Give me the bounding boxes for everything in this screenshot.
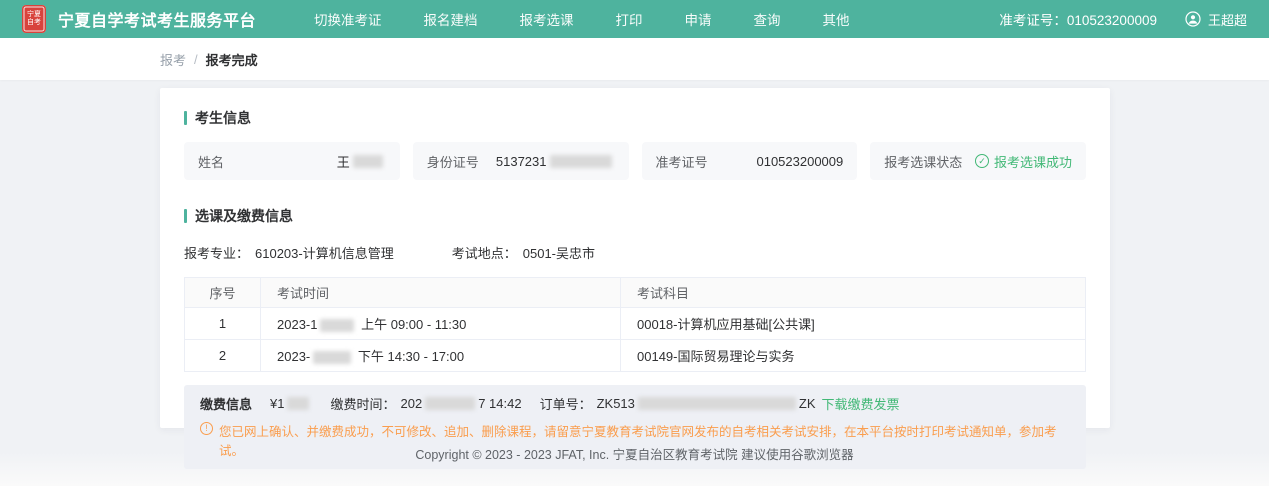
- redacted-area: [638, 397, 796, 410]
- col-header-time: 考试时间: [261, 278, 621, 308]
- field-ticket-label: 准考证号: [656, 152, 708, 171]
- top-navbar: 宁夏自考 宁夏自学考试考生服务平台 切换准考证 报名建档 报考选课 打印 申请 …: [0, 0, 1269, 38]
- col-header-subject: 考试科目: [621, 278, 1086, 308]
- nav-item-other[interactable]: 其他: [823, 9, 850, 29]
- payment-time: 缴费时间：2027 14:42: [330, 394, 521, 413]
- redacted-area: [550, 155, 612, 168]
- nav-item-switch-ticket[interactable]: 切换准考证: [314, 9, 382, 29]
- download-invoice-link[interactable]: 下载缴费发票: [822, 394, 900, 413]
- table-row: 2 2023- 下午 14:30 - 17:00 00149-国际贸易理论与实务: [185, 340, 1086, 372]
- payment-amount: ¥1: [270, 396, 312, 411]
- redacted-area: [313, 351, 351, 364]
- redacted-area: [425, 397, 475, 410]
- location-info: 考试地点：0501-吴忠市: [452, 243, 595, 262]
- field-id-value: 5137231: [496, 154, 615, 169]
- course-payment-section-title: 选课及缴费信息: [184, 206, 1086, 226]
- table-header-row: 序号 考试时间 考试科目: [185, 278, 1086, 308]
- section-title-text: 考生信息: [195, 108, 251, 128]
- cell-index: 1: [185, 308, 261, 340]
- section-accent-bar: [184, 209, 187, 223]
- breadcrumb-separator: /: [194, 52, 198, 67]
- field-name-label: 姓名: [198, 152, 224, 171]
- result-card: 考生信息 姓名 王 身份证号 5137231 准考证号 010523200009…: [160, 88, 1110, 428]
- user-name: 王超超: [1208, 10, 1247, 29]
- nav-item-query[interactable]: 查询: [754, 9, 781, 29]
- col-header-index: 序号: [185, 278, 261, 308]
- breadcrumb-parent[interactable]: 报考: [160, 50, 186, 69]
- check-circle-icon: ✓: [975, 154, 989, 168]
- ticket-number-value: 010523200009: [1067, 13, 1157, 28]
- redacted-area: [287, 397, 309, 410]
- breadcrumb: 报考 / 报考完成: [0, 38, 1269, 80]
- payment-title: 缴费信息: [200, 394, 252, 413]
- section-accent-bar: [184, 111, 187, 125]
- status-text: 报考选课成功: [994, 152, 1072, 171]
- seal-logo-icon: 宁夏自考: [22, 5, 46, 33]
- field-ticket-number: 准考证号 010523200009: [642, 142, 858, 180]
- nav-item-apply[interactable]: 申请: [685, 9, 712, 29]
- candidate-info-section-title: 考生信息: [184, 108, 1086, 128]
- copyright-footer: Copyright © 2023 - 2023 JFAT, Inc. 宁夏自治区…: [0, 444, 1269, 463]
- field-ticket-value: 010523200009: [756, 154, 843, 169]
- payment-summary-line: 缴费信息 ¥1 缴费时间：2027 14:42 订单号：ZK513ZK 下载缴费…: [200, 394, 1070, 413]
- main-nav: 切换准考证 报名建档 报考选课 打印 申请 查询 其他: [314, 9, 850, 29]
- header-right: 准考证号：010523200009 王超超: [999, 9, 1247, 29]
- user-menu[interactable]: 王超超: [1185, 10, 1247, 29]
- page: 宁夏自考 宁夏自学考试考生服务平台 切换准考证 报名建档 报考选课 打印 申请 …: [0, 0, 1269, 486]
- field-id-number: 身份证号 5137231: [413, 142, 629, 180]
- breadcrumb-current: 报考完成: [206, 50, 258, 69]
- redacted-area: [320, 319, 354, 332]
- field-selection-status: 报考选课状态 ✓ 报考选课成功: [870, 142, 1086, 180]
- ticket-number-display: 准考证号：010523200009: [999, 9, 1157, 29]
- nav-item-print[interactable]: 打印: [616, 9, 643, 29]
- major-value: 610203-计算机信息管理: [255, 246, 394, 261]
- status-badge: ✓ 报考选课成功: [975, 152, 1072, 171]
- major-location-line: 报考专业：610203-计算机信息管理 考试地点：0501-吴忠市: [184, 243, 1086, 262]
- cell-index: 2: [185, 340, 261, 372]
- cell-exam-time: 2023- 下午 14:30 - 17:00: [261, 340, 621, 372]
- platform-title: 宁夏自学考试考生服务平台: [58, 7, 256, 31]
- payment-order-number: 订单号：ZK513ZK: [540, 394, 816, 413]
- field-id-label: 身份证号: [427, 152, 479, 171]
- redacted-area: [353, 155, 383, 168]
- cell-exam-time: 2023-1 上午 09:00 - 11:30: [261, 308, 621, 340]
- field-status-label: 报考选课状态: [884, 152, 962, 171]
- field-name: 姓名 王: [184, 142, 400, 180]
- nav-item-registration-file[interactable]: 报名建档: [424, 9, 478, 29]
- user-avatar-icon: [1185, 11, 1201, 27]
- nav-item-course-selection[interactable]: 报考选课: [520, 9, 574, 29]
- cell-subject: 00018-计算机应用基础[公共课]: [621, 308, 1086, 340]
- field-name-value: 王: [337, 152, 386, 171]
- cell-subject: 00149-国际贸易理论与实务: [621, 340, 1086, 372]
- candidate-fields-row: 姓名 王 身份证号 5137231 准考证号 010523200009 报考选课…: [184, 142, 1086, 180]
- exam-schedule-table: 序号 考试时间 考试科目 1 2023-1 上午 09:00 - 11:30 0…: [184, 277, 1086, 372]
- section-title-text: 选课及缴费信息: [195, 206, 293, 226]
- table-row: 1 2023-1 上午 09:00 - 11:30 00018-计算机应用基础[…: [185, 308, 1086, 340]
- info-circle-icon: !: [200, 422, 213, 435]
- seal-logo-text: 宁夏自考: [26, 11, 42, 27]
- location-value: 0501-吴忠市: [523, 246, 595, 261]
- major-info: 报考专业：610203-计算机信息管理: [184, 243, 394, 262]
- ticket-number-label: 准考证号：: [999, 13, 1067, 28]
